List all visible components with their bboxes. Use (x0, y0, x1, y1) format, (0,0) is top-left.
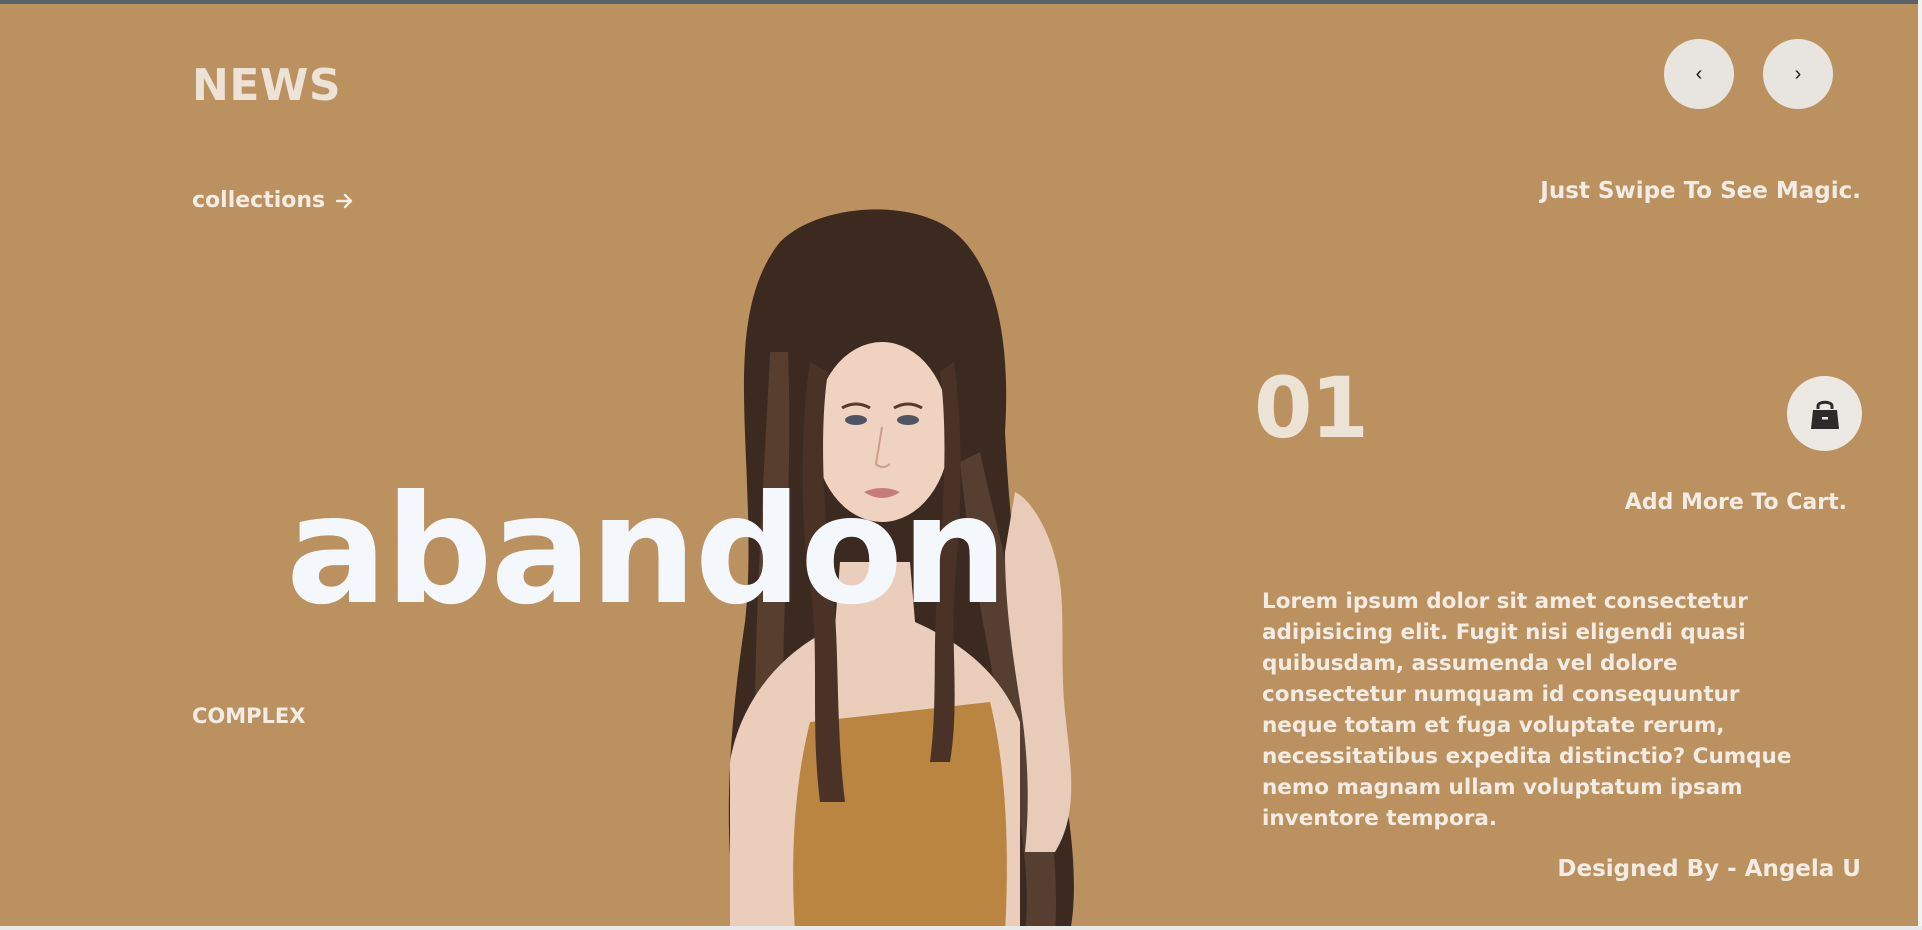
cart-caption: Add More To Cart. (1624, 490, 1847, 515)
designer-credit: Designed By - Angela U (1557, 856, 1861, 882)
chevron-right-icon: › (1794, 62, 1802, 85)
slide-number: 01 (1254, 359, 1369, 457)
window-bottom-border (0, 926, 1922, 930)
shopping-bag-icon (1810, 400, 1839, 429)
collections-link[interactable]: collections (192, 188, 355, 213)
chevron-left-icon: ‹ (1695, 62, 1703, 85)
collections-label: collections (192, 188, 326, 213)
next-slide-button[interactable]: › (1763, 39, 1833, 109)
hero-headline: abandon (286, 464, 1008, 638)
tagline: Just Swipe To See Magic. (1540, 178, 1861, 204)
description-text: Lorem ipsum dolor sit amet consectetur a… (1262, 589, 1792, 831)
add-to-cart-button[interactable] (1787, 376, 1862, 451)
arrow-right-icon (335, 193, 353, 208)
category-label: COMPLEX (192, 704, 306, 728)
window-right-border (1918, 0, 1922, 930)
brand-title: NEWS (192, 60, 342, 111)
prev-slide-button[interactable]: ‹ (1664, 39, 1734, 109)
hero-slide: NEWS collections ‹ › Just Swipe To See M… (0, 4, 1918, 926)
